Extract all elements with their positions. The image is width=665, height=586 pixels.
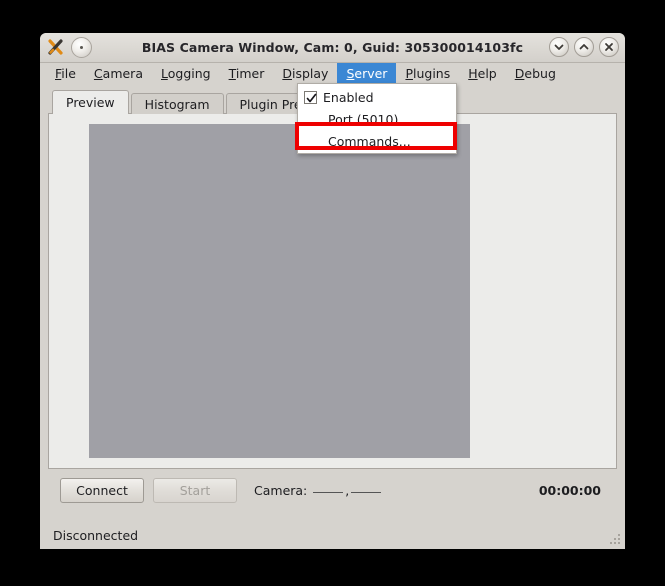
menu-item-commands-label: Commands... — [328, 133, 411, 149]
menu-item-port[interactable]: Port (5010)... — [298, 108, 456, 130]
menu-help[interactable]: Help — [459, 63, 506, 84]
menu-item-enabled-label: Enabled — [323, 89, 374, 105]
controls-row: Connect Start Camera: , 00:00:00 — [48, 469, 617, 503]
camera-preview-image[interactable] — [89, 124, 470, 458]
camera-separator: , — [345, 482, 350, 498]
screen: BIAS Camera Window, Cam: 0, Guid: 305300… — [0, 0, 665, 586]
camera-value-2 — [351, 491, 382, 493]
checkbox-checked-icon[interactable] — [304, 90, 317, 104]
menu-item-port-label: Port (5010)... — [328, 111, 411, 127]
resize-grip[interactable] — [609, 533, 622, 546]
menu-logging[interactable]: Logging — [152, 63, 220, 84]
elapsed-timer: 00:00:00 — [538, 482, 601, 498]
menu-file[interactable]: File — [46, 63, 85, 84]
window-menu-button[interactable] — [71, 36, 92, 58]
menu-timer[interactable]: Timer — [220, 63, 274, 84]
window-controls — [549, 37, 619, 57]
window-title: BIAS Camera Window, Cam: 0, Guid: 305300… — [141, 40, 524, 55]
title-bar-left-group — [45, 36, 92, 58]
menu-item-enabled[interactable]: Enabled — [298, 86, 456, 108]
server-dropdown-menu: Enabled Port (5010)... Commands... — [297, 83, 457, 154]
close-button[interactable] — [599, 37, 619, 57]
menu-item-commands[interactable]: Commands... — [298, 130, 456, 152]
start-button: Start — [153, 477, 237, 503]
connect-button[interactable]: Connect — [60, 477, 144, 503]
menu-plugins[interactable]: Plugins — [396, 63, 459, 84]
camera-readout: Camera: , — [254, 483, 383, 498]
tab-histogram[interactable]: Histogram — [130, 93, 224, 114]
menu-server[interactable]: Server — [337, 63, 397, 84]
title-bar[interactable]: BIAS Camera Window, Cam: 0, Guid: 305300… — [40, 33, 625, 63]
camera-value-1 — [313, 491, 344, 493]
minimize-button[interactable] — [549, 37, 569, 57]
maximize-button[interactable] — [574, 37, 594, 57]
status-text: Disconnected — [53, 527, 139, 543]
menu-bar: File Camera Logging Timer Display Server… — [40, 63, 625, 84]
preview-panel — [48, 113, 617, 469]
menu-debug[interactable]: Debug — [506, 63, 565, 84]
menu-camera[interactable]: Camera — [85, 63, 152, 84]
bias-x-icon — [45, 36, 67, 58]
menu-display[interactable]: Display — [273, 63, 337, 84]
tab-preview[interactable]: Preview — [52, 90, 129, 114]
status-bar: Disconnected — [40, 521, 625, 549]
camera-label: Camera: — [254, 482, 308, 498]
